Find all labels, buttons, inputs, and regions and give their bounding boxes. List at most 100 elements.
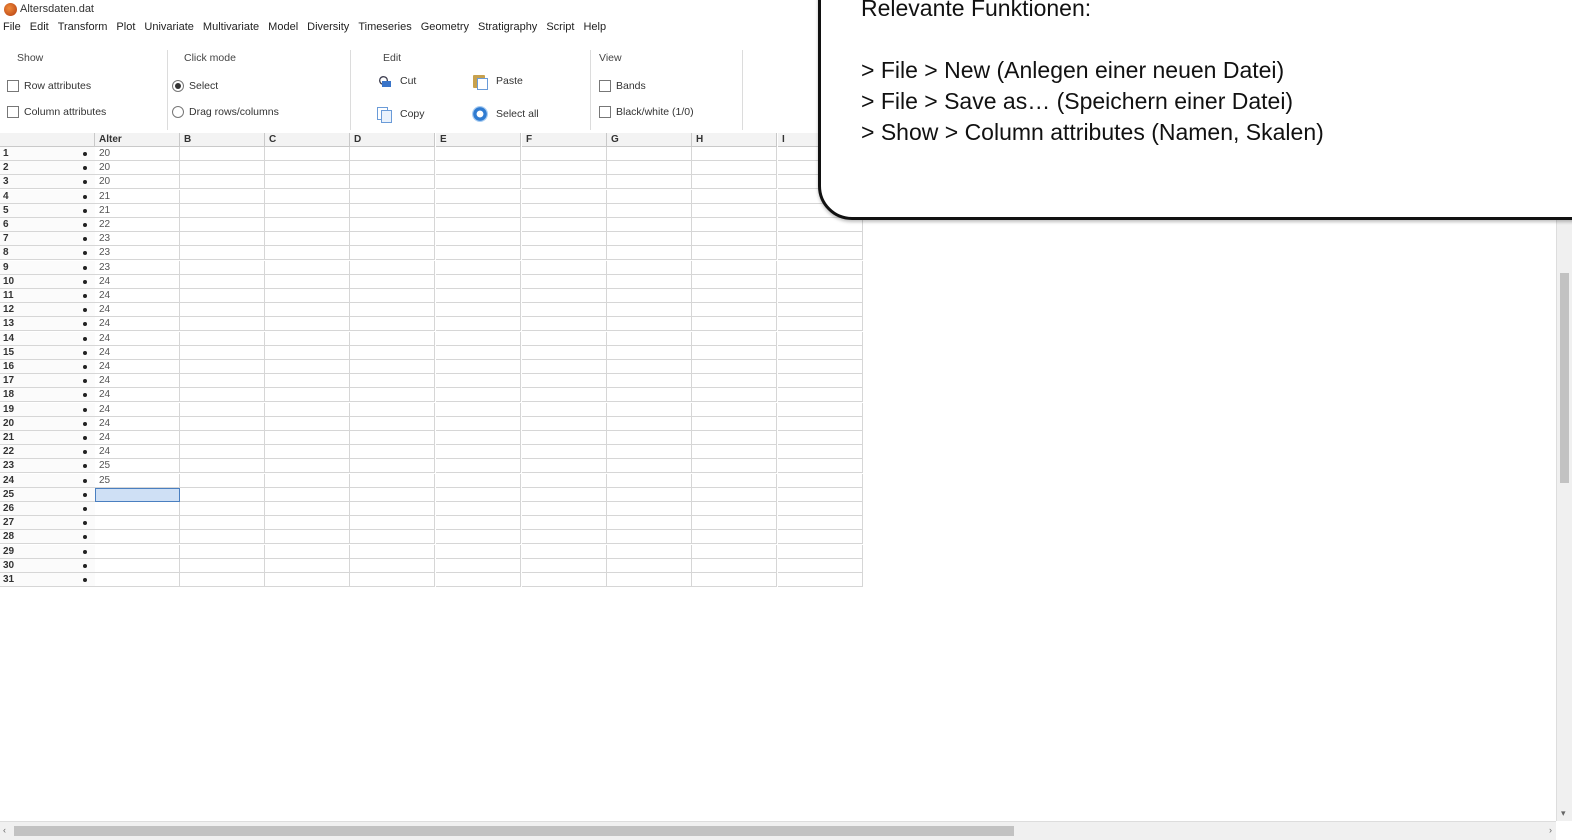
data-cell[interactable] xyxy=(607,544,692,559)
row-header[interactable]: 20 xyxy=(0,416,95,431)
data-cell[interactable] xyxy=(778,431,863,445)
data-cell[interactable] xyxy=(522,388,607,403)
data-cell[interactable] xyxy=(607,331,692,346)
data-cell-alter[interactable]: 24 xyxy=(95,289,180,303)
data-cell-alter[interactable]: 24 xyxy=(95,402,180,417)
data-cell[interactable] xyxy=(522,416,607,431)
data-cell[interactable] xyxy=(350,402,435,417)
scroll-left-arrow-icon[interactable]: ‹ xyxy=(3,825,6,835)
data-cell[interactable] xyxy=(607,558,692,573)
data-cell[interactable] xyxy=(180,445,265,460)
data-cell[interactable] xyxy=(607,345,692,360)
data-cell-alter[interactable]: 24 xyxy=(95,445,180,460)
data-cell-alter[interactable]: 24 xyxy=(95,274,180,289)
data-cell[interactable] xyxy=(522,487,607,502)
data-cell[interactable] xyxy=(350,303,435,318)
data-cell[interactable] xyxy=(778,388,863,403)
data-cell-alter[interactable] xyxy=(95,516,180,531)
data-cell[interactable] xyxy=(350,473,435,488)
data-cell[interactable] xyxy=(522,260,607,275)
data-cell[interactable] xyxy=(180,360,265,374)
data-cell[interactable] xyxy=(692,289,777,303)
bands-checkbox[interactable]: Bands xyxy=(599,80,646,92)
data-cell[interactable] xyxy=(180,289,265,303)
column-header-e[interactable]: E xyxy=(436,133,521,147)
data-cell-alter[interactable]: 24 xyxy=(95,388,180,403)
data-cell[interactable] xyxy=(350,203,435,218)
data-cell[interactable] xyxy=(522,516,607,531)
data-cell-alter[interactable]: 24 xyxy=(95,303,180,318)
data-cell[interactable] xyxy=(180,161,265,176)
data-cell[interactable] xyxy=(350,260,435,275)
data-cell[interactable] xyxy=(778,289,863,303)
row-header[interactable]: 24 xyxy=(0,473,95,488)
data-cell-alter[interactable]: 20 xyxy=(95,161,180,176)
data-cell[interactable] xyxy=(180,374,265,389)
row-header[interactable]: 9 xyxy=(0,260,95,275)
data-cell[interactable] xyxy=(180,558,265,573)
data-cell-alter[interactable]: 20 xyxy=(95,175,180,190)
data-cell[interactable] xyxy=(778,473,863,488)
data-cell-alter[interactable]: 21 xyxy=(95,203,180,218)
row-header[interactable]: 12 xyxy=(0,303,95,318)
data-cell[interactable] xyxy=(778,374,863,389)
data-cell[interactable] xyxy=(692,189,777,204)
row-header[interactable]: 2 xyxy=(0,161,95,176)
data-cell[interactable] xyxy=(607,573,692,587)
data-cell[interactable] xyxy=(265,502,350,516)
data-cell[interactable] xyxy=(692,416,777,431)
data-cell[interactable] xyxy=(692,388,777,403)
data-cell[interactable] xyxy=(522,189,607,204)
data-cell[interactable] xyxy=(265,246,350,261)
data-cell[interactable] xyxy=(436,246,521,261)
data-cell[interactable] xyxy=(265,360,350,374)
menu-geometry[interactable]: Geometry xyxy=(417,21,473,33)
data-cell[interactable] xyxy=(607,260,692,275)
data-cell[interactable] xyxy=(692,459,777,474)
data-cell-alter[interactable] xyxy=(95,558,180,573)
data-cell[interactable] xyxy=(180,345,265,360)
data-cell[interactable] xyxy=(180,303,265,318)
data-cell[interactable] xyxy=(180,459,265,474)
row-attributes-checkbox[interactable]: Row attributes xyxy=(7,80,91,92)
data-cell[interactable] xyxy=(436,232,521,247)
cut-button[interactable]: Cut xyxy=(376,73,416,89)
data-cell[interactable] xyxy=(180,260,265,275)
data-cell[interactable] xyxy=(436,558,521,573)
data-cell[interactable] xyxy=(265,374,350,389)
data-cell[interactable] xyxy=(350,161,435,176)
data-cell[interactable] xyxy=(607,232,692,247)
data-cell[interactable] xyxy=(436,402,521,417)
column-header-h[interactable]: H xyxy=(692,133,777,147)
vertical-scroll-thumb[interactable] xyxy=(1560,273,1569,483)
data-cell[interactable] xyxy=(265,416,350,431)
data-cell[interactable] xyxy=(692,516,777,531)
data-cell-alter[interactable]: 24 xyxy=(95,360,180,374)
data-cell[interactable] xyxy=(607,317,692,332)
data-cell[interactable] xyxy=(265,402,350,417)
data-cell[interactable] xyxy=(778,260,863,275)
data-cell[interactable] xyxy=(522,502,607,516)
row-header[interactable]: 17 xyxy=(0,374,95,389)
radio-unselected[interactable] xyxy=(172,106,184,118)
data-cell[interactable] xyxy=(522,317,607,332)
data-cell[interactable] xyxy=(778,544,863,559)
data-cell[interactable] xyxy=(350,189,435,204)
data-cell[interactable] xyxy=(522,331,607,346)
data-cell[interactable] xyxy=(180,147,265,161)
row-header[interactable]: 18 xyxy=(0,388,95,403)
data-cell[interactable] xyxy=(350,218,435,232)
data-cell-alter[interactable]: 23 xyxy=(95,232,180,247)
row-header[interactable]: 4 xyxy=(0,189,95,204)
row-header[interactable]: 14 xyxy=(0,331,95,346)
data-cell-alter[interactable] xyxy=(95,487,180,502)
data-cell[interactable] xyxy=(265,516,350,531)
row-header[interactable]: 29 xyxy=(0,544,95,559)
data-cell[interactable] xyxy=(265,175,350,190)
data-cell[interactable] xyxy=(265,331,350,346)
data-cell[interactable] xyxy=(607,459,692,474)
data-cell[interactable] xyxy=(607,502,692,516)
data-cell[interactable] xyxy=(350,502,435,516)
data-cell[interactable] xyxy=(180,331,265,346)
row-header[interactable]: 13 xyxy=(0,317,95,332)
